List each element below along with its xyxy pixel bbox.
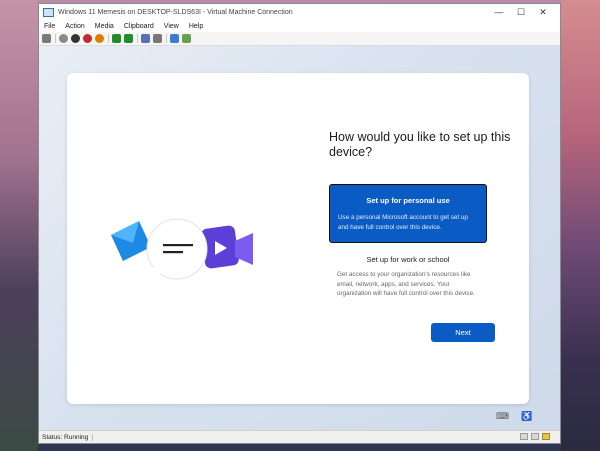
accessibility-icon[interactable]: ♿ [521, 412, 532, 421]
menu-bar: File Action Media Clipboard View Help [39, 20, 560, 32]
lock-status-icon [542, 433, 550, 440]
menu-help[interactable]: Help [184, 23, 208, 30]
vm-connection-window: Windows 11 Memesis on DESKTOP-SLDS63I - … [38, 3, 561, 444]
page-title: How would you like to set up this device… [329, 130, 511, 159]
share-icon[interactable] [182, 34, 191, 43]
setup-illustration [111, 218, 253, 280]
minimize-button[interactable]: — [488, 6, 510, 18]
keyboard-status-icon [520, 433, 528, 440]
menu-media[interactable]: Media [90, 23, 119, 30]
oobe-corner-icons: ⌨ ♿ [496, 412, 532, 421]
toolbar-separator [55, 34, 56, 43]
keyboard-icon[interactable]: ⌨ [496, 412, 509, 421]
save-icon[interactable] [95, 34, 104, 43]
desktop-wallpaper-right [561, 0, 600, 451]
personal-use-title: Set up for personal use [366, 196, 450, 205]
setup-card: How would you like to set up this device… [67, 73, 529, 404]
menu-view[interactable]: View [159, 23, 184, 30]
title-bar: Windows 11 Memesis on DESKTOP-SLDS63I - … [39, 4, 560, 20]
chat-bubble-icon [146, 218, 208, 280]
mail-icon [111, 221, 151, 261]
window-title: Windows 11 Memesis on DESKTOP-SLDS63I - … [58, 8, 293, 16]
checkpoint-icon[interactable] [141, 34, 150, 43]
toolbar-separator [108, 34, 109, 43]
maximize-button[interactable]: ☐ [510, 6, 532, 18]
next-button[interactable]: Next [431, 323, 495, 342]
desktop-wallpaper-left [0, 0, 38, 451]
status-text: Status: Running [42, 433, 94, 441]
ctrl-alt-del-icon[interactable] [42, 34, 51, 43]
close-button[interactable]: ✕ [532, 6, 554, 18]
enhanced-session-icon[interactable] [170, 34, 179, 43]
reset-icon[interactable] [124, 34, 133, 43]
status-bar: Status: Running [39, 430, 560, 443]
work-school-title: Set up for work or school [366, 255, 450, 264]
personal-use-description: Use a personal Microsoft account to get … [338, 214, 468, 231]
menu-clipboard[interactable]: Clipboard [119, 23, 159, 30]
window-controls: — ☐ ✕ [488, 6, 554, 18]
pause-icon[interactable] [112, 34, 121, 43]
shut-down-icon[interactable] [83, 34, 92, 43]
work-school-description: Get access to your organization's resour… [337, 271, 475, 297]
status-icons [520, 433, 550, 440]
start-icon[interactable] [59, 34, 68, 43]
toolbar-separator [166, 34, 167, 43]
revert-icon[interactable] [153, 34, 162, 43]
personal-use-option[interactable]: Set up for personal use Use a personal M… [329, 184, 487, 243]
vm-screen[interactable]: How would you like to set up this device… [39, 46, 560, 430]
network-status-icon [531, 433, 539, 440]
menu-file[interactable]: File [39, 23, 60, 30]
turn-off-icon[interactable] [71, 34, 80, 43]
video-icon [201, 225, 253, 269]
vm-connection-icon [43, 7, 54, 17]
menu-action[interactable]: Action [60, 23, 89, 30]
work-school-option[interactable]: Set up for work or school Get access to … [329, 255, 487, 299]
toolbar-separator [137, 34, 138, 43]
toolbar [39, 32, 560, 46]
